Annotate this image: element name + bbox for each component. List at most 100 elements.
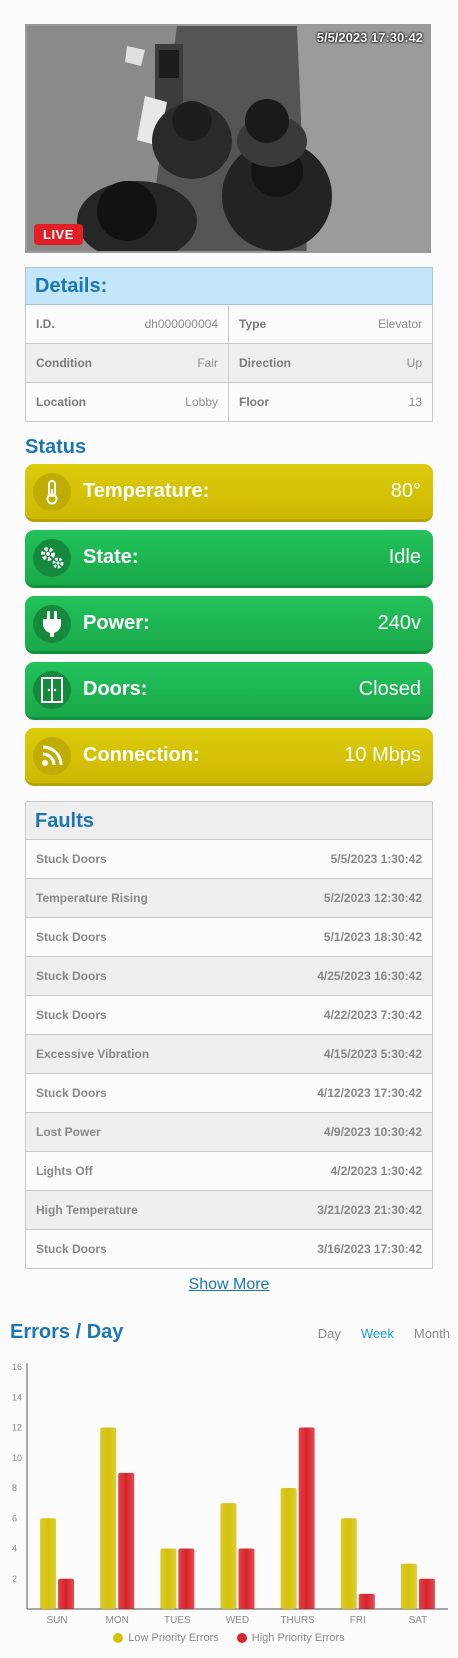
fault-row[interactable]: Lights Off 4/2/2023 1:30:42 bbox=[25, 1152, 433, 1191]
bar-low-priority-errors bbox=[40, 1518, 57, 1609]
y-tick-label: 12 bbox=[12, 1423, 22, 1433]
fault-name: High Temperature bbox=[36, 1203, 138, 1217]
fault-row[interactable]: Stuck Doors 5/5/2023 1:30:42 bbox=[25, 840, 433, 879]
detail-label: Floor bbox=[239, 395, 269, 409]
chart-title: Errors / Day bbox=[10, 1321, 124, 1343]
fault-name: Stuck Doors bbox=[36, 852, 107, 866]
gears-icon bbox=[33, 538, 71, 577]
y-tick-label: 4 bbox=[12, 1544, 17, 1554]
y-tick-label: 8 bbox=[12, 1483, 17, 1493]
fault-row[interactable]: Stuck Doors 3/16/2023 17:30:42 bbox=[25, 1230, 433, 1269]
fault-row[interactable]: Stuck Doors 4/22/2023 7:30:42 bbox=[25, 996, 433, 1035]
fault-name: Stuck Doors bbox=[36, 969, 107, 983]
bar-low-priority-errors bbox=[400, 1563, 417, 1609]
status-label: Connection: bbox=[83, 744, 200, 766]
x-tick-label: TUES bbox=[164, 1615, 191, 1626]
legend-label: Low Priority Errors bbox=[128, 1632, 219, 1644]
fault-name: Stuck Doors bbox=[36, 1242, 107, 1256]
fault-row[interactable]: Stuck Doors 4/25/2023 16:30:42 bbox=[25, 957, 433, 996]
fault-name: Stuck Doors bbox=[36, 1008, 107, 1022]
range-tabs: Day Week Month bbox=[318, 1326, 450, 1341]
faults-panel: Faults Stuck Doors 5/5/2023 1:30:42 Tempe… bbox=[25, 801, 433, 1269]
elevator-doors-icon bbox=[33, 670, 71, 709]
bar-low-priority-errors bbox=[220, 1503, 237, 1609]
detail-floor: Floor 13 bbox=[229, 383, 433, 422]
fault-row[interactable]: Temperature Rising 5/2/2023 12:30:42 bbox=[25, 879, 433, 918]
status-value: 80° bbox=[390, 480, 421, 502]
detail-label: I.D. bbox=[36, 317, 55, 331]
show-more-link[interactable]: Show More bbox=[0, 1276, 458, 1294]
detail-location: Location Lobby bbox=[25, 383, 229, 422]
bar-high-priority-errors bbox=[58, 1578, 75, 1609]
legend-dot bbox=[236, 1633, 247, 1643]
fault-time: 4/25/2023 16:30:42 bbox=[317, 969, 422, 983]
legend-item: Low Priority Errors bbox=[113, 1632, 219, 1644]
fault-time: 5/2/2023 12:30:42 bbox=[323, 891, 422, 905]
y-tick-label: 10 bbox=[12, 1453, 22, 1463]
fault-time: 3/21/2023 21:30:42 bbox=[317, 1203, 422, 1217]
status-title: Status bbox=[25, 436, 87, 458]
status-doors[interactable]: Doors: Closed bbox=[25, 662, 433, 720]
fault-name: Excessive Vibration bbox=[36, 1047, 150, 1061]
detail-condition: Condition Fair bbox=[25, 344, 229, 383]
detail-id: I.D. dh000000004 bbox=[25, 305, 229, 344]
bar-high-priority-errors bbox=[238, 1548, 255, 1609]
detail-value: dh000000004 bbox=[144, 317, 218, 331]
tab-week[interactable]: Week bbox=[361, 1326, 394, 1341]
faults-title: Faults bbox=[25, 801, 433, 840]
status-label: Power: bbox=[83, 612, 150, 634]
status-value: Closed bbox=[358, 678, 421, 700]
fault-time: 4/12/2023 17:30:42 bbox=[317, 1086, 422, 1100]
errors-bar-chart: 2 4 6 8 10 12 14 16 SUN MON TUES WED THURS FRI SAT bbox=[12, 1362, 448, 1626]
detail-label: Type bbox=[239, 317, 267, 331]
y-tick-label: 2 bbox=[12, 1574, 17, 1584]
detail-value: Elevator bbox=[377, 317, 422, 331]
bar-high-priority-errors bbox=[298, 1427, 315, 1609]
x-tick-label: THURS bbox=[280, 1615, 315, 1626]
bar-high-priority-errors bbox=[178, 1548, 195, 1609]
fault-row[interactable]: Stuck Doors 5/1/2023 18:30:42 bbox=[25, 918, 433, 957]
status-label: State: bbox=[83, 546, 139, 568]
status-power[interactable]: Power: 240v bbox=[25, 596, 433, 654]
fault-row[interactable]: Stuck Doors 4/12/2023 17:30:42 bbox=[25, 1074, 433, 1113]
detail-direction: Direction Up bbox=[229, 344, 433, 383]
status-connection[interactable]: Connection: 10 Mbps bbox=[25, 728, 433, 786]
tab-month[interactable]: Month bbox=[414, 1326, 450, 1341]
status-state[interactable]: State: Idle bbox=[25, 530, 433, 588]
fault-name: Temperature Rising bbox=[36, 891, 148, 905]
status-temperature[interactable]: Temperature: 80° bbox=[25, 464, 433, 522]
chart-legend: Low Priority Errors High Priority Errors bbox=[0, 1632, 458, 1644]
x-tick-label: WED bbox=[226, 1615, 249, 1626]
bar-high-priority-errors bbox=[418, 1578, 435, 1609]
camera-timestamp: 5/5/2023 17:30:42 bbox=[316, 30, 423, 45]
bar-low-priority-errors bbox=[340, 1518, 357, 1609]
status-label: Doors: bbox=[83, 678, 148, 700]
fault-name: Lights Off bbox=[36, 1164, 93, 1178]
fault-row[interactable]: Lost Power 4/9/2023 10:30:42 bbox=[25, 1113, 433, 1152]
legend-label: High Priority Errors bbox=[251, 1632, 345, 1644]
x-tick-label: FRI bbox=[350, 1615, 366, 1626]
bar-high-priority-errors bbox=[358, 1593, 375, 1609]
fault-row[interactable]: Excessive Vibration 4/15/2023 5:30:42 bbox=[25, 1035, 433, 1074]
status-value: Idle bbox=[388, 546, 421, 568]
bar-high-priority-errors bbox=[118, 1472, 135, 1609]
y-tick-label: 16 bbox=[12, 1362, 22, 1372]
detail-value: Up bbox=[406, 356, 422, 370]
fault-time: 3/16/2023 17:30:42 bbox=[317, 1242, 422, 1256]
camera-image bbox=[27, 26, 429, 251]
detail-value: Fair bbox=[197, 356, 218, 370]
detail-label: Direction bbox=[239, 356, 292, 370]
fault-time: 4/15/2023 5:30:42 bbox=[323, 1047, 422, 1061]
details-grid: I.D. dh000000004 Type Elevator Condition Fa… bbox=[25, 305, 433, 422]
fault-name: Stuck Doors bbox=[36, 930, 107, 944]
detail-value: 13 bbox=[408, 395, 422, 409]
fault-time: 4/22/2023 7:30:42 bbox=[323, 1008, 422, 1022]
detail-label: Condition bbox=[36, 356, 92, 370]
detail-type: Type Elevator bbox=[229, 305, 433, 344]
tab-day[interactable]: Day bbox=[318, 1326, 341, 1341]
fault-time: 5/1/2023 18:30:42 bbox=[323, 930, 422, 944]
camera-feed[interactable]: 5/5/2023 17:30:42 LIVE bbox=[25, 24, 431, 253]
bar-low-priority-errors bbox=[100, 1427, 117, 1609]
legend-item: High Priority Errors bbox=[236, 1632, 345, 1644]
fault-row[interactable]: High Temperature 3/21/2023 21:30:42 bbox=[25, 1191, 433, 1230]
